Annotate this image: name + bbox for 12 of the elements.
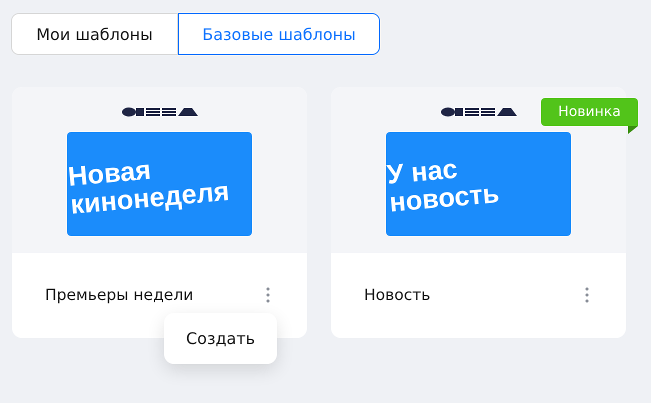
more-icon[interactable] (585, 287, 589, 303)
poster-text: У нас новость (384, 152, 500, 217)
logo-icon (440, 107, 516, 117)
more-icon[interactable] (266, 287, 270, 303)
badge-fold (628, 126, 638, 134)
tab[interactable]: Мои шаблоны (11, 13, 178, 55)
card-title: Новость (364, 286, 430, 304)
logo-icon (122, 107, 198, 117)
tab[interactable]: Базовые шаблоны (178, 13, 380, 55)
new-badge: Новинка (541, 98, 638, 126)
card-title: Премьеры недели (45, 286, 194, 304)
poster-text: Новая кинонеделя (66, 154, 230, 219)
